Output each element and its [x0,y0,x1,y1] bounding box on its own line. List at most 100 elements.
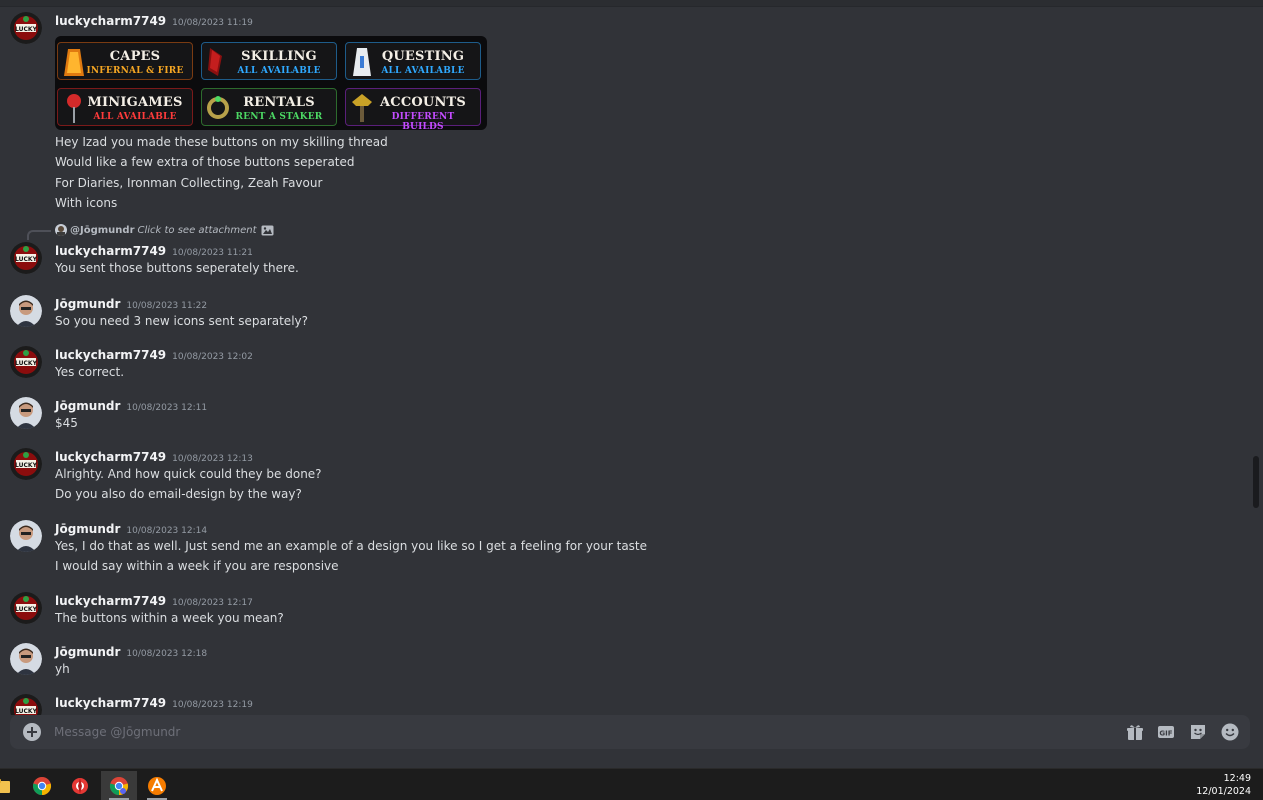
avatar-luckycharm[interactable]: LUCKY [10,242,42,274]
avatar-jogmundr[interactable] [10,643,42,675]
taskbar-app[interactable] [139,771,175,800]
app-orange-icon [148,777,166,795]
avatar-luckycharm[interactable]: LUCKY [10,592,42,624]
message-text: Alrighty. And how quick could they be do… [55,467,322,481]
button-title: CAPES [109,49,161,64]
username[interactable]: Jōgmundr [55,645,120,659]
message: Jōgmundr 10/08/2023 12:14 Yes, I do that … [0,520,1250,576]
username[interactable]: luckycharm7749 [55,450,166,464]
message-text: With icons [55,196,118,210]
username[interactable]: Jōgmundr [55,297,120,311]
message-input[interactable]: Message @Jōgmundr [54,715,180,749]
button-subtitle: ALL AVAILABLE [93,112,177,122]
chrome-active-icon [109,777,129,796]
message-header: Jōgmundr 10/08/2023 12:14 [55,520,207,536]
timestamp: 10/08/2023 12:19 [172,700,253,710]
avatar-luckycharm[interactable]: LUCKY [10,448,42,480]
message: Jōgmundr 10/08/2023 12:11 $45 [0,397,1250,433]
reply-avatar [55,224,67,236]
message-text: Would like a few extra of those buttons … [55,155,355,169]
questing-button-image: QUESTING ALL AVAILABLE [345,42,481,80]
button-title: SKILLING [241,49,317,64]
avatar-luckycharm[interactable]: LUCKY [10,346,42,378]
clock-time: 12:49 [1223,773,1251,784]
message-header: Jōgmundr 10/08/2023 12:18 [55,643,207,659]
file-explorer-icon [0,779,10,793]
avatar-luckycharm[interactable]: LUCKY [10,694,42,715]
image-icon [261,225,274,235]
message-text: Yes correct. [55,365,125,379]
message-text: You sent those buttons seperately there. [55,261,299,275]
accounts-button-image: ACCOUNTS DIFFERENT BUILDS [345,88,481,130]
message-composer[interactable]: Message @Jōgmundr GIF [10,715,1250,749]
message-header: luckycharm7749 10/08/2023 12:19 [55,694,253,710]
gif-icon[interactable]: GIF [1157,723,1175,741]
button-title: ACCOUNTS [380,95,466,110]
taskbar-app[interactable] [62,771,98,800]
app-red-icon [72,778,88,794]
svg-text:LUCKY: LUCKY [15,256,38,263]
message-text: I would say within a week if you are res… [55,559,339,573]
message: LUCKY luckycharm7749 10/08/2023 11:19 CAP… [0,12,1250,212]
capes-button-image: CAPES INFERNAL & FIRE [57,42,193,80]
svg-text:LUCKY: LUCKY [15,606,38,613]
username[interactable]: luckycharm7749 [55,14,166,28]
username[interactable]: Jōgmundr [55,522,120,536]
reply-reference[interactable]: @Jōgmundr Click to see attachment [55,224,274,238]
message-text: Yes, I do that as well. Just send me an … [55,539,648,553]
timestamp: 10/08/2023 12:13 [172,454,253,464]
username[interactable]: luckycharm7749 [55,348,166,362]
username[interactable]: luckycharm7749 [55,696,166,710]
sticker-icon[interactable] [1189,723,1207,741]
message-text: Do you also do email-design by the way? [55,487,302,501]
svg-text:LUCKY: LUCKY [15,26,38,33]
image-attachment[interactable]: CAPES INFERNAL & FIRE SKILLING ALL AVAIL… [55,36,487,130]
chrome-icon [32,777,52,796]
timestamp: 10/08/2023 12:02 [172,352,253,362]
reply-connector [27,230,51,240]
taskbar-app-active[interactable] [101,771,137,800]
avatar-luckycharm[interactable]: LUCKY [10,12,42,44]
username[interactable]: luckycharm7749 [55,594,166,608]
message-header: luckycharm7749 10/08/2023 12:17 [55,592,253,608]
gift-icon[interactable] [1126,723,1144,741]
emoji-icon[interactable] [1221,723,1239,741]
message: LUCKY luckycharm7749 10/08/2023 12:19 [0,694,1250,715]
taskbar-app[interactable] [24,771,60,800]
top-strip [0,0,1263,7]
skilling-button-image: SKILLING ALL AVAILABLE [201,42,337,80]
avatar-jogmundr[interactable] [10,397,42,429]
clock-date: 12/01/2024 [1196,786,1251,797]
windows-taskbar: 12:49 12/01/2024 [0,768,1263,800]
avatar-jogmundr[interactable] [10,520,42,552]
message-list: LUCKY luckycharm7749 10/08/2023 11:19 CAP… [0,7,1263,715]
system-clock[interactable]: 12:49 12/01/2024 [1196,772,1251,798]
message: Jōgmundr 10/08/2023 12:18 yh [0,643,1250,679]
svg-text:LUCKY: LUCKY [15,708,38,715]
message-header: Jōgmundr 10/08/2023 11:22 [55,295,207,311]
timestamp: 10/08/2023 12:11 [126,403,208,413]
message: LUCKY luckycharm7749 10/08/2023 12:17 The… [0,592,1250,628]
add-attachment-icon[interactable] [23,723,41,741]
button-subtitle: DIFFERENT BUILDS [391,112,455,130]
button-title: RENTALS [243,95,315,110]
button-subtitle: ALL AVAILABLE [237,66,321,76]
scrollbar-thumb[interactable] [1253,456,1259,508]
taskbar-app[interactable] [0,771,20,800]
svg-text:GIF: GIF [1159,730,1172,738]
timestamp: 10/08/2023 11:22 [126,301,208,311]
username[interactable]: luckycharm7749 [55,244,166,258]
message-text: For Diaries, Ironman Collecting, Zeah Fa… [55,176,323,190]
reply-preview[interactable]: Click to see attachment [138,225,257,236]
message: Jōgmundr 10/08/2023 11:22 So you need 3 n… [0,295,1250,331]
message: LUCKY luckycharm7749 10/08/2023 12:13 Alr… [0,448,1250,504]
button-subtitle: INFERNAL & FIRE [86,66,184,76]
timestamp: 10/08/2023 12:14 [126,526,208,536]
reply-author[interactable]: @Jōgmundr [70,225,135,236]
timestamp: 10/08/2023 11:21 [172,248,253,258]
message-header: luckycharm7749 10/08/2023 12:13 [55,448,253,464]
username[interactable]: Jōgmundr [55,399,120,413]
timestamp: 10/08/2023 12:18 [126,649,208,659]
avatar-jogmundr[interactable] [10,295,42,327]
message-header: Jōgmundr 10/08/2023 12:11 [55,397,207,413]
